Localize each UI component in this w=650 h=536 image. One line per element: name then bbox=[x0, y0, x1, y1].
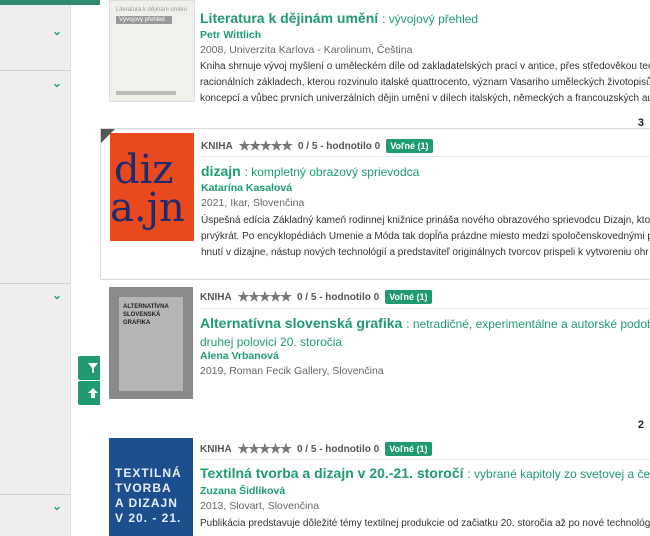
book-title-text[interactable]: Alternatívna slovenská grafika bbox=[200, 315, 402, 331]
book-subtitle: : vybrané kapitoly zo svetovej a česk bbox=[467, 467, 650, 481]
book-publication: 2013, Slovart, Slovenčina bbox=[200, 500, 320, 512]
chevron-down-icon[interactable]: ⌄ bbox=[52, 76, 62, 90]
book-author[interactable]: Zuzana Šidlíková bbox=[200, 485, 285, 497]
book-meta: KNIHA ★★★★★ 0 / 5 - hodnotilo 0 Voľné (1… bbox=[201, 138, 433, 154]
book-title[interactable]: Alternatívna slovenská grafika : netradi… bbox=[200, 315, 650, 331]
cover-title-line: GRAFIKA bbox=[123, 320, 151, 326]
search-result-card: diz a.jn KNIHA ★★★★★ 0 / 5 - hodnotilo 0… bbox=[100, 128, 650, 280]
book-title[interactable]: dizajn : kompletný obrazový sprievodca bbox=[201, 163, 419, 179]
availability-badge[interactable]: Voľné (1) bbox=[385, 290, 432, 304]
book-subtitle: : vývojový přehled bbox=[382, 12, 479, 26]
rating-stars-icon[interactable]: ★★★★★ bbox=[238, 441, 292, 457]
book-publication: 2019, Roman Fecik Gallery, Slovenčina bbox=[200, 365, 384, 377]
rating-stars-icon[interactable]: ★★★★★ bbox=[239, 138, 293, 154]
book-subtitle: druhej polovici 20. storočia bbox=[200, 335, 343, 349]
cover-decoration bbox=[116, 91, 176, 95]
book-description-line: Kniha shrnuje vývoj myšlení o uměleckém … bbox=[200, 61, 650, 72]
divider bbox=[200, 459, 650, 460]
cover-title-line: A DIZAJN bbox=[115, 496, 178, 510]
cover-title: diz bbox=[114, 147, 174, 193]
book-cover[interactable]: Literatura k dějinám umění Vývojový přeh… bbox=[109, 0, 195, 102]
book-title[interactable]: Literatura k dějinám umění : vývojový př… bbox=[200, 10, 478, 26]
rating-text: 0 / 5 - hodnotilo 0 bbox=[297, 140, 381, 152]
cover-title-line: TVORBA bbox=[115, 481, 172, 495]
sidebar-separator bbox=[0, 494, 70, 495]
book-meta: KNIHA ★★★★★ 0 / 5 - hodnotilo 0 Voľné (1… bbox=[200, 441, 432, 457]
book-publication: 2008, Univerzita Karlova - Karolinum, Če… bbox=[200, 44, 413, 56]
availability-badge[interactable]: Voľné (1) bbox=[386, 139, 433, 153]
book-title-text[interactable]: Literatura k dějinám umění bbox=[200, 10, 378, 26]
arrow-up-icon bbox=[88, 388, 98, 398]
book-cover[interactable]: ALTERNATÍVNA SLOVENSKÁ GRAFIKA bbox=[109, 287, 193, 399]
cover-title-line: V 20. - 21. bbox=[115, 511, 182, 525]
item-type-label: KNIHA bbox=[201, 140, 233, 152]
book-subtitle: : kompletný obrazový sprievodca bbox=[244, 165, 420, 179]
book-cover[interactable]: TEXTILNÁ TVORBA A DIZAJN V 20. - 21. bbox=[109, 438, 193, 536]
cover-title-line: TEXTILNÁ bbox=[115, 466, 182, 480]
divider bbox=[201, 156, 650, 157]
book-description-line: Publikácia predstavuje dôležité témy tex… bbox=[200, 518, 650, 529]
book-description-line: Úspešná edícia Základný kameň rodinnej k… bbox=[201, 215, 650, 226]
book-author[interactable]: Petr Wittlich bbox=[200, 29, 261, 41]
book-description-line: hnutí v dizajne, nástup nových technológ… bbox=[201, 247, 649, 258]
cover-title: ALTERNATÍVNA SLOVENSKÁ GRAFIKA bbox=[123, 303, 169, 327]
chevron-down-icon[interactable]: ⌄ bbox=[52, 288, 62, 302]
cover-title-line: SLOVENSKÁ bbox=[123, 312, 161, 318]
divider bbox=[200, 308, 650, 309]
sidebar-separator bbox=[0, 283, 70, 284]
rating-stars-icon[interactable]: ★★★★★ bbox=[238, 289, 292, 305]
item-type-label: KNIHA bbox=[200, 443, 232, 455]
rating-text: 0 / 5 - hodnotilo 0 bbox=[296, 291, 380, 303]
chevron-down-icon[interactable]: ⌄ bbox=[52, 24, 62, 38]
book-subtitle: : netradičné, experimentálne a autorské … bbox=[406, 317, 650, 331]
book-description-line: prvýkrát. Po encyklopédiách Umenie a Mód… bbox=[201, 231, 650, 242]
book-title-continued: druhej polovici 20. storočia bbox=[200, 333, 342, 349]
availability-badge[interactable]: Voľné (1) bbox=[385, 442, 432, 456]
cover-title: TEXTILNÁ TVORBA A DIZAJN V 20. - 21. bbox=[115, 466, 182, 526]
book-title-text[interactable]: dizajn bbox=[201, 163, 241, 179]
rating-text: 0 / 5 - hodnotilo 0 bbox=[296, 443, 380, 455]
book-title-text[interactable]: Textilná tvorba a dizajn v 20.-21. storo… bbox=[200, 465, 464, 481]
search-result-card: ALTERNATÍVNA SLOVENSKÁ GRAFIKA KNIHA ★★★… bbox=[100, 287, 650, 412]
book-cover[interactable]: diz a.jn bbox=[110, 133, 194, 241]
book-description-line: koncepcí a vůbec prvních univerzálních d… bbox=[200, 93, 650, 104]
search-result-card: Literatura k dějinám umění Vývojový přeh… bbox=[100, 0, 650, 116]
book-author[interactable]: Katarína Kasalová bbox=[201, 182, 292, 194]
cover-title: a.jn bbox=[110, 185, 185, 231]
cover-subtitle: Vývojový přehled bbox=[116, 16, 172, 24]
book-publication: 2021, Ikar, Slovenčina bbox=[201, 197, 305, 209]
item-type-label: KNIHA bbox=[200, 291, 232, 303]
book-description-line: racionálních základech, kterou rozvinulo… bbox=[200, 77, 650, 88]
filter-icon bbox=[88, 363, 98, 373]
cover-title-line: ALTERNATÍVNA bbox=[123, 304, 169, 310]
cover-title: Literatura k dějinám umění bbox=[116, 7, 188, 13]
search-result-card: TEXTILNÁ TVORBA A DIZAJN V 20. - 21. KNI… bbox=[100, 436, 650, 536]
chevron-down-icon[interactable]: ⌄ bbox=[52, 499, 62, 513]
book-title[interactable]: Textilná tvorba a dizajn v 20.-21. storo… bbox=[200, 465, 650, 481]
book-meta: KNIHA ★★★★★ 0 / 5 - hodnotilo 0 Voľné (1… bbox=[200, 289, 432, 305]
sidebar-divider bbox=[70, 5, 71, 536]
book-author[interactable]: Alena Vrbanová bbox=[200, 350, 279, 362]
facet-count: 2 bbox=[637, 419, 644, 431]
sidebar-separator bbox=[0, 70, 70, 71]
